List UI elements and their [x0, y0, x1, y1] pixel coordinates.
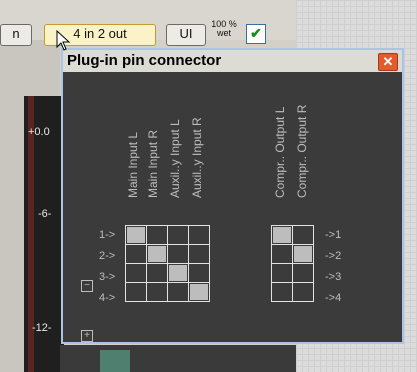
- pin-cell[interactable]: [292, 282, 314, 302]
- input-pin-label: 1->: [99, 229, 116, 241]
- pin-cell[interactable]: [125, 282, 147, 302]
- pin-cell[interactable]: [167, 225, 189, 245]
- pin-connection-marker: [294, 246, 312, 262]
- track-lane: [60, 345, 296, 372]
- pin-cell-connected[interactable]: [125, 225, 147, 245]
- partial-button[interactable]: n: [0, 24, 32, 46]
- output-pin-label: ->3: [325, 271, 342, 283]
- input-channel-label: Main Input L: [126, 131, 140, 198]
- pin-cell[interactable]: [125, 263, 147, 283]
- pin-cell[interactable]: [271, 244, 293, 264]
- cursor-icon: [56, 30, 71, 51]
- dialog-title: Plug-in pin connector: [67, 52, 222, 69]
- pin-cell-connected[interactable]: [167, 263, 189, 283]
- wet-label: wet: [216, 28, 231, 38]
- pin-matrix-row: [125, 263, 210, 283]
- pin-cell[interactable]: [292, 263, 314, 283]
- pin-cell[interactable]: [271, 282, 293, 302]
- collapse-icon[interactable]: −: [81, 280, 93, 292]
- dialog-titlebar[interactable]: Plug-in pin connector ✕: [63, 50, 402, 72]
- pin-matrix-row: [125, 225, 210, 245]
- pin-cell[interactable]: [292, 225, 314, 245]
- pin-cell-connected[interactable]: [188, 282, 210, 302]
- close-button[interactable]: ✕: [378, 53, 398, 71]
- db-label-6: -6-: [38, 208, 52, 220]
- pin-connection-marker: [127, 227, 145, 243]
- pin-cell[interactable]: [167, 244, 189, 264]
- pin-matrix-row: [271, 282, 314, 302]
- bypass-checkbox[interactable]: ✔: [246, 24, 266, 44]
- input-channel-label: Auxil..y Input L: [168, 119, 182, 198]
- pin-cell[interactable]: [146, 225, 168, 245]
- pin-matrix-row: [271, 244, 314, 264]
- pin-cell[interactable]: [188, 263, 210, 283]
- pin-cell[interactable]: [271, 263, 293, 283]
- ui-button[interactable]: UI: [166, 24, 206, 46]
- pin-cell-connected[interactable]: [271, 225, 293, 245]
- pin-cell-connected[interactable]: [146, 244, 168, 264]
- input-pin-label: 2->: [99, 250, 116, 262]
- output-channel-label: Compr.. Output R: [295, 104, 309, 198]
- pin-cell[interactable]: [125, 244, 147, 264]
- pin-matrix-row: [125, 244, 210, 264]
- input-pin-label: 3->: [99, 271, 116, 283]
- input-pin-label: 4->: [99, 292, 116, 304]
- pin-cell[interactable]: [188, 244, 210, 264]
- pin-cell[interactable]: [188, 225, 210, 245]
- pin-connection-marker: [273, 227, 291, 243]
- output-pin-label: ->4: [325, 292, 342, 304]
- output-channel-label: Compr.. Output L: [273, 106, 287, 198]
- track-clip: [100, 350, 130, 372]
- output-pin-label: ->1: [325, 229, 342, 241]
- pin-cell[interactable]: [146, 263, 168, 283]
- pin-matrix-row: [125, 282, 210, 302]
- wet-mix-control[interactable]: 100 % wet: [210, 20, 238, 44]
- input-pin-matrix: [125, 225, 210, 302]
- pin-cell[interactable]: [167, 282, 189, 302]
- pin-cell[interactable]: [146, 282, 168, 302]
- pin-connection-marker: [169, 265, 187, 281]
- pin-matrix-row: [271, 263, 314, 283]
- pin-connector-dialog: Plug-in pin connector ✕ Main Input L Mai…: [61, 48, 404, 344]
- pin-connection-marker: [148, 246, 166, 262]
- pin-cell-connected[interactable]: [292, 244, 314, 264]
- pin-matrix-row: [271, 225, 314, 245]
- db-label-0: +0.0: [28, 126, 50, 138]
- input-channel-label: Auxil..y Input R: [190, 117, 204, 198]
- expand-icon[interactable]: +: [81, 330, 93, 342]
- input-channel-label: Main Input R: [146, 129, 160, 198]
- pin-connection-marker: [190, 284, 208, 300]
- output-pin-matrix: [271, 225, 314, 302]
- db-label-12: -12-: [32, 322, 52, 334]
- output-pin-label: ->2: [325, 250, 342, 262]
